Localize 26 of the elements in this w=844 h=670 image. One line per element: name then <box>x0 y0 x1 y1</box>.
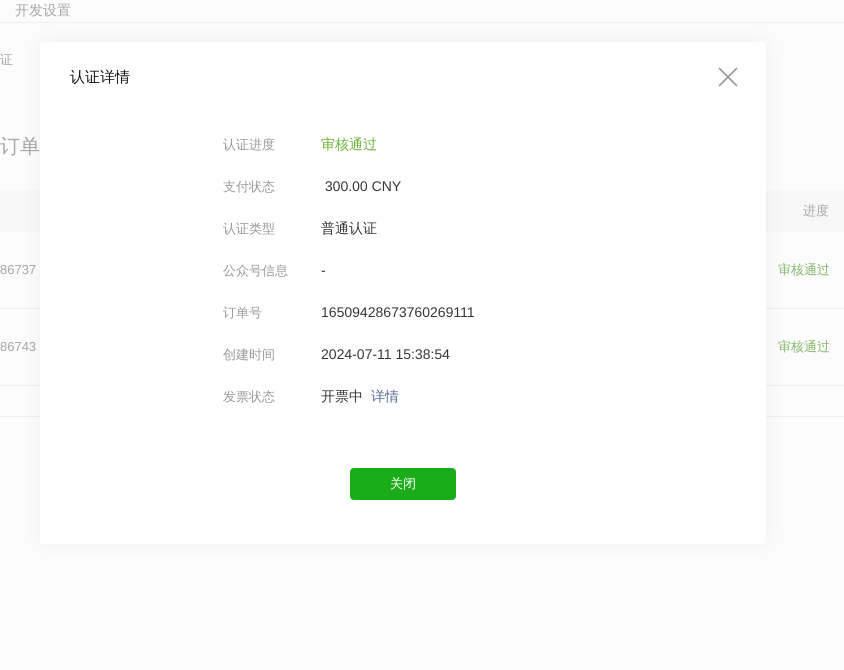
field-label: 创建时间 <box>223 346 276 364</box>
field-label: 认证进度 <box>223 136 276 154</box>
field-value: 300.00 CNY <box>324 177 402 196</box>
field-value: - <box>321 261 326 280</box>
nav-item[interactable]: 开发设置 <box>15 1 844 19</box>
section-title: 订单 <box>0 136 40 158</box>
close-icon[interactable] <box>718 67 738 87</box>
field-value: 16509428673760269111 <box>321 303 475 322</box>
status-text: 审核通过 <box>778 261 830 280</box>
column-header: 进度 <box>803 202 829 220</box>
field-label: 支付状态 <box>223 178 276 196</box>
field-label: 公众号信息 <box>223 262 289 280</box>
close-button[interactable]: 关闭 <box>350 468 456 500</box>
field-label: 认证类型 <box>223 220 276 238</box>
field-value: 2024-07-11 15:38:54 <box>321 345 450 364</box>
field-value: 普通认证 <box>321 219 377 238</box>
table-cell-text: 86743 <box>0 338 36 356</box>
dialog-title: 认证详情 <box>70 68 130 88</box>
field-label: 订单号 <box>223 304 263 322</box>
field-value: 开票中 <box>321 387 363 406</box>
status-text: 审核通过 <box>321 135 377 154</box>
field-label: 发票状态 <box>223 388 276 406</box>
status-text: 审核通过 <box>778 338 830 356</box>
table-cell-text: 86737 <box>0 261 36 280</box>
section-label: 证 <box>0 52 13 67</box>
details-link[interactable]: 详情 <box>371 386 399 407</box>
